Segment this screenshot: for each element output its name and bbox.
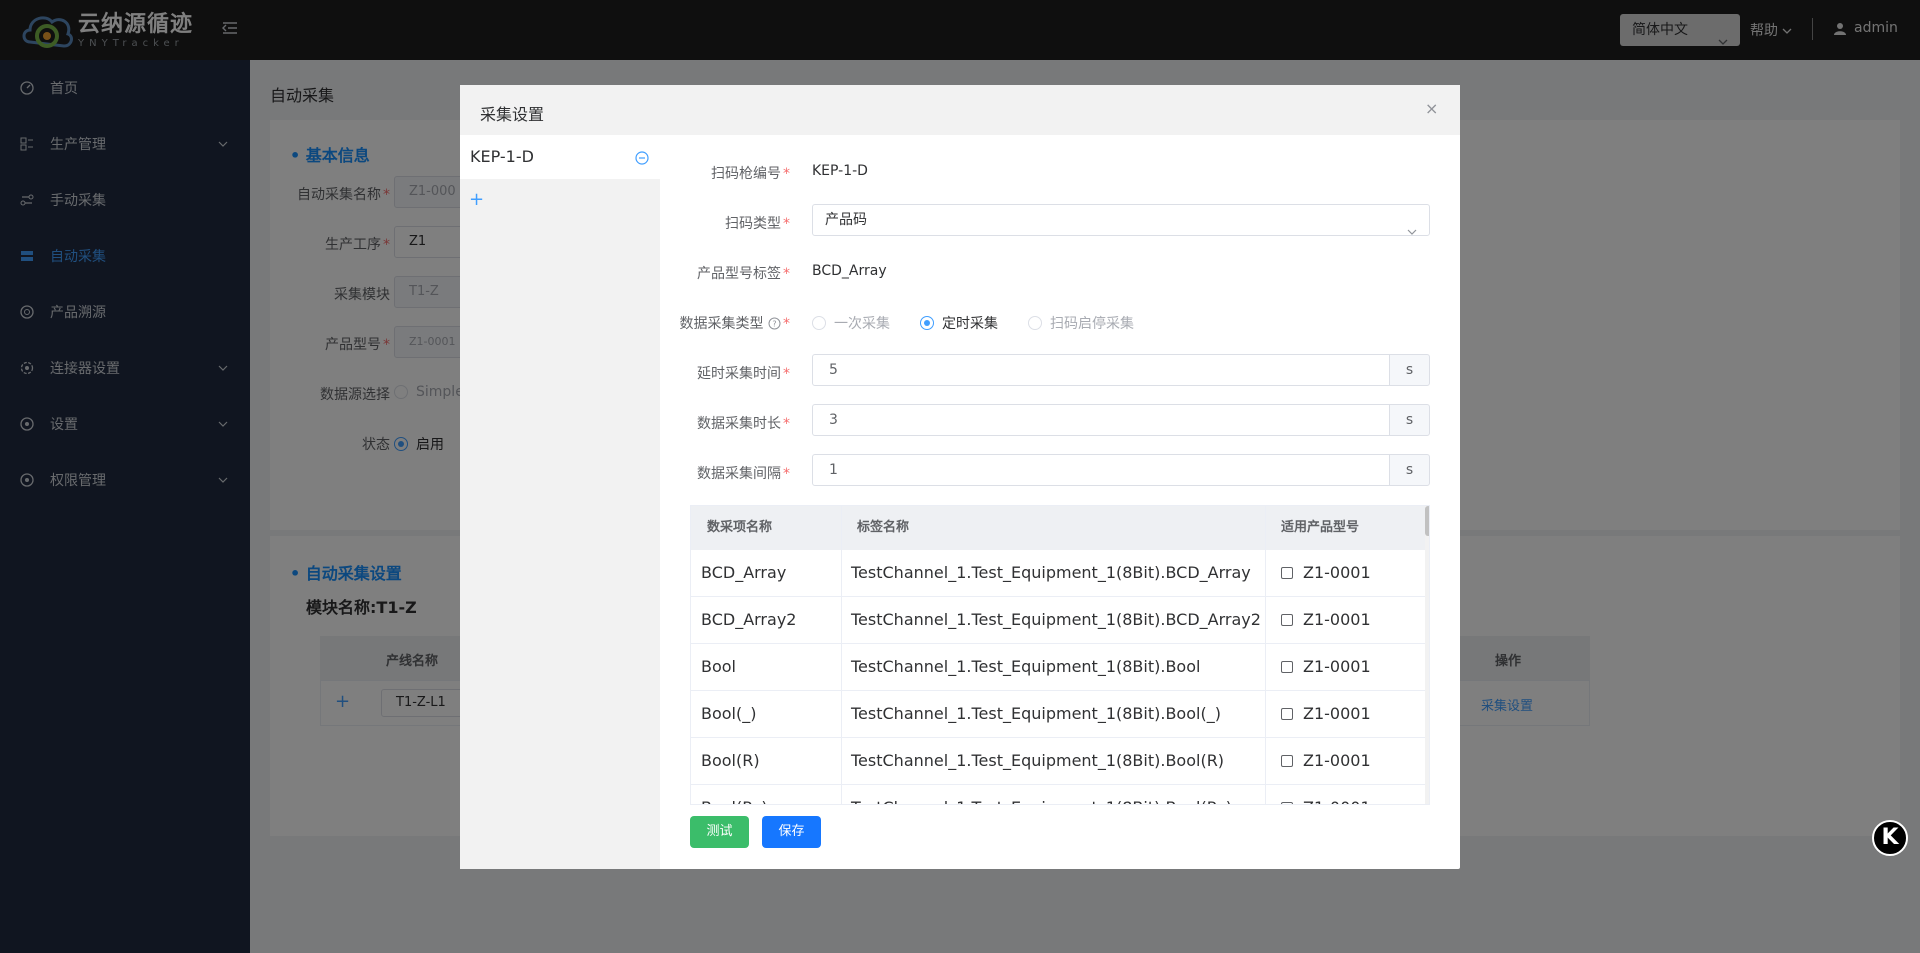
tag-name: TestChannel_1.Test_Equipment_1(8Bit).BCD… <box>851 610 1261 629</box>
delay-input[interactable]: 5 <box>812 354 1390 386</box>
scan-type-value: 产品码 <box>825 212 867 228</box>
model-checkbox[interactable] <box>1281 755 1293 767</box>
unit-label: s <box>1389 404 1430 436</box>
help-icon[interactable]: ? <box>768 317 781 330</box>
tag-name: TestChannel_1.Test_Equipment_1(8Bit).Boo… <box>851 785 1232 804</box>
table-row: Bool(R_) TestChannel_1.Test_Equipment_1(… <box>691 785 1425 804</box>
tag-name: TestChannel_1.Test_Equipment_1(8Bit).Boo… <box>851 751 1225 770</box>
model-name: Z1-0001 <box>1303 704 1371 723</box>
remove-scanner-icon[interactable] <box>635 151 649 165</box>
radio-label: 定时采集 <box>942 316 998 332</box>
model-checkbox[interactable] <box>1281 802 1293 804</box>
table-scrollbar[interactable] <box>1425 506 1429 804</box>
chevron-down-icon <box>1407 217 1417 247</box>
column-divider <box>841 506 842 804</box>
radio-dot <box>1028 316 1042 330</box>
model-tag-value: BCD_Array <box>812 263 887 279</box>
form-label: 数据采集时长 * <box>697 416 790 432</box>
tag-table: 数采项名称 标签名称 适用产品型号 BCD_Array TestChannel_… <box>690 505 1430 805</box>
table-row: Bool(R) TestChannel_1.Test_Equipment_1(8… <box>691 738 1425 785</box>
form-label: 扫码类型 * <box>725 216 790 232</box>
column-divider <box>1265 506 1266 804</box>
table-row: Bool TestChannel_1.Test_Equipment_1(8Bit… <box>691 644 1425 691</box>
scan-type-select[interactable]: 产品码 <box>812 204 1430 236</box>
scanner-item[interactable]: KEP-1-D <box>460 135 660 179</box>
model-name: Z1-0001 <box>1303 785 1371 804</box>
model-checkbox[interactable] <box>1281 708 1293 720</box>
column-header: 数采项名称 <box>707 520 773 535</box>
dialog-title: 采集设置 <box>480 105 545 124</box>
duration-input[interactable]: 3 <box>812 404 1390 436</box>
scanner-list: KEP-1-D + <box>460 135 660 869</box>
close-icon[interactable]: × <box>1425 99 1438 118</box>
form-label: 延时采集时间 * <box>697 366 790 382</box>
item-name: Bool(_) <box>701 704 757 723</box>
collect-type-scan-radio[interactable]: 扫码启停采集 <box>1028 313 1134 333</box>
model-name: Z1-0001 <box>1303 563 1371 582</box>
scanner-name: KEP-1-D <box>470 147 534 166</box>
save-button[interactable]: 保存 <box>762 816 821 848</box>
form-label: 数据采集类型 ? * <box>679 316 790 332</box>
form-label: 产品型号标签 * <box>697 266 790 282</box>
column-header: 适用产品型号 <box>1281 520 1360 535</box>
model-name: Z1-0001 <box>1303 751 1371 770</box>
form-label: 数据采集间隔 * <box>697 466 790 482</box>
table-row: Bool(_) TestChannel_1.Test_Equipment_1(8… <box>691 691 1425 738</box>
scrollbar-thumb[interactable] <box>1425 506 1429 536</box>
collect-type-once-radio[interactable]: 一次采集 <box>812 313 890 333</box>
table-header: 数采项名称 标签名称 适用产品型号 <box>691 506 1429 550</box>
form-label: 扫码枪编号 * <box>711 166 790 182</box>
item-name: Bool(R_) <box>701 785 768 804</box>
dialog-header: 采集设置 × <box>460 85 1460 135</box>
unit-label: s <box>1389 354 1430 386</box>
item-name: BCD_Array2 <box>701 610 797 629</box>
model-checkbox[interactable] <box>1281 567 1293 579</box>
interval-input[interactable]: 1 <box>812 454 1390 486</box>
scanner-no-value: KEP-1-D <box>812 163 868 179</box>
tag-name: TestChannel_1.Test_Equipment_1(8Bit).BCD… <box>851 563 1251 582</box>
tag-name: TestChannel_1.Test_Equipment_1(8Bit).Boo… <box>851 657 1201 676</box>
add-scanner-button[interactable]: + <box>469 189 484 210</box>
item-name: Bool <box>701 657 736 676</box>
table-row: BCD_Array TestChannel_1.Test_Equipment_1… <box>691 550 1425 597</box>
model-name: Z1-0001 <box>1303 657 1371 676</box>
radio-dot <box>920 316 934 330</box>
tag-name: TestChannel_1.Test_Equipment_1(8Bit).Boo… <box>851 704 1221 723</box>
item-name: BCD_Array <box>701 563 787 582</box>
svg-text:?: ? <box>772 320 776 329</box>
radio-dot <box>812 316 826 330</box>
radio-label: 扫码启停采集 <box>1050 316 1134 332</box>
test-button[interactable]: 测试 <box>690 816 749 848</box>
model-checkbox[interactable] <box>1281 661 1293 673</box>
item-name: Bool(R) <box>701 751 760 770</box>
model-name: Z1-0001 <box>1303 610 1371 629</box>
column-header: 标签名称 <box>857 520 910 535</box>
radio-label: 一次采集 <box>834 316 890 332</box>
collect-settings-dialog: 采集设置 × KEP-1-D + 扫码枪编号 * KEP-1-D 扫码类型 * 产品… <box>460 85 1460 869</box>
unit-label: s <box>1389 454 1430 486</box>
model-checkbox[interactable] <box>1281 614 1293 626</box>
table-row: BCD_Array2 TestChannel_1.Test_Equipment_… <box>691 597 1425 644</box>
floating-k-icon[interactable]: K <box>1872 820 1908 856</box>
collect-type-timed-radio[interactable]: 定时采集 <box>920 313 998 333</box>
